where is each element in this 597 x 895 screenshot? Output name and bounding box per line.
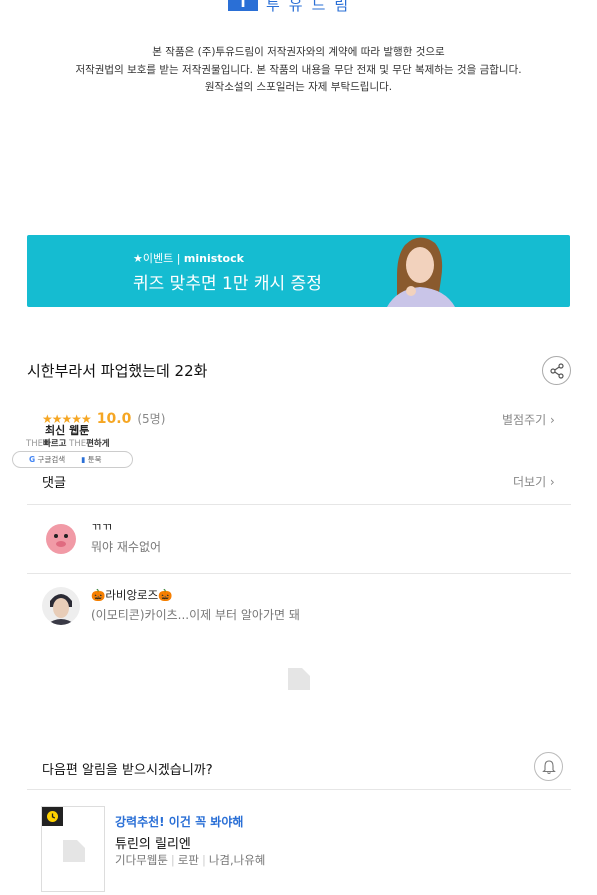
overlay-ad-pill[interactable]: G 구글검색 ▮ 툰북 [12,451,133,468]
copyright-line-2: 저작권법의 보호를 받는 저작권물입니다. 본 작품의 내용을 무단 전재 및 … [75,63,522,76]
meta-separator: | [170,853,175,867]
comment-author: ㄲㄲ [91,520,113,534]
toonbook-label: ▮ 툰북 [81,455,102,464]
google-search-label: G 구글검색 [29,455,66,464]
comment-item: ㄲㄲ 뭐야 재수없어 [42,519,542,569]
publisher-logo: T 투유드림 [228,0,358,14]
toonbook-icon: ▮ [81,455,86,464]
copyright-notice: 본 작품은 (주)투유드림이 저작권자와의 계약에 따라 발행한 것으로 저작권… [0,44,597,97]
comments-more-link[interactable]: 더보기 › [513,473,555,490]
rating-count: (5명) [137,412,166,426]
share-button[interactable] [542,356,571,385]
overlay-word-1: 빠르고 [42,439,67,449]
bell-icon [541,759,556,774]
recommend-title[interactable]: 튜린의 릴리엔 [115,833,191,852]
wait-free-badge [42,807,63,826]
banner-brand: ministock [183,252,244,265]
notify-bell-button[interactable] [534,752,563,781]
overlay-ad-widget[interactable]: 최신 웹툰 THE빠르고 THE편하게 G 구글검색 ▮ 툰북 [12,422,134,468]
overlay-ad-title: 최신 웹툰 [45,424,90,437]
overlay-the-2: THE [69,439,87,449]
image-placeholder-icon [288,668,310,690]
recommend-genre: 기다무웹툰 [115,853,168,867]
event-banner[interactable]: ★이벤트 | ministock 퀴즈 맞추면 1만 캐시 증정 [27,235,570,307]
divider [27,789,571,790]
google-g-icon: G [29,455,36,464]
overlay-ad-subtitle: THE빠르고 THE편하게 [26,437,110,449]
notify-prompt: 다음편 알림을 받으시겠습니까? [42,763,213,778]
comment-text: 뭐야 재수없어 [91,540,162,554]
banner-model-image [367,235,467,307]
recommend-authors: 나겸,나유혜 [208,853,266,867]
comment-item: 🎃라비앙로즈🎃 (이모티콘)카이츠...이제 부터 알아가면 돼 [42,587,542,637]
banner-event-prefix: ★이벤트 | [133,252,184,265]
banner-title: 퀴즈 맞추면 1만 캐시 증정 [133,274,322,294]
recommend-category: 로판 [177,853,199,867]
recommend-meta: 기다무웹툰 | 로판 | 나겸,나유혜 [115,852,265,868]
banner-event-label: ★이벤트 | ministock [133,250,244,266]
copyright-line-1: 본 작품은 (주)투유드림이 저작권자와의 계약에 따라 발행한 것으로 [152,46,445,58]
overlay-the-1: THE [26,439,43,449]
episode-title: 시한부라서 파업했는데 22화 [27,362,208,380]
publisher-logo-mark: T [228,0,258,11]
divider [27,504,571,505]
image-placeholder-icon [63,840,85,862]
avatar [42,587,80,625]
share-icon [549,362,564,379]
recommend-tag: 강력추천! 이건 꼭 봐야해 [115,815,244,829]
overlay-word-2: 편하게 [86,439,110,449]
publisher-logo-text: 투유드림 [266,0,358,14]
copyright-line-3: 원작소설의 스포일러는 자제 부탁드립니다. [204,81,393,93]
clock-icon [47,811,58,822]
rate-link[interactable]: 별점주기 › [502,411,555,428]
divider [27,573,571,574]
comments-header: 댓글 [42,476,66,491]
recommend-thumbnail[interactable] [41,806,105,892]
comment-text: (이모티콘)카이츠...이제 부터 알아가면 돼 [91,608,300,622]
meta-separator: | [201,853,206,867]
comment-author: 🎃라비앙로즈🎃 [91,588,173,602]
avatar [42,519,80,557]
